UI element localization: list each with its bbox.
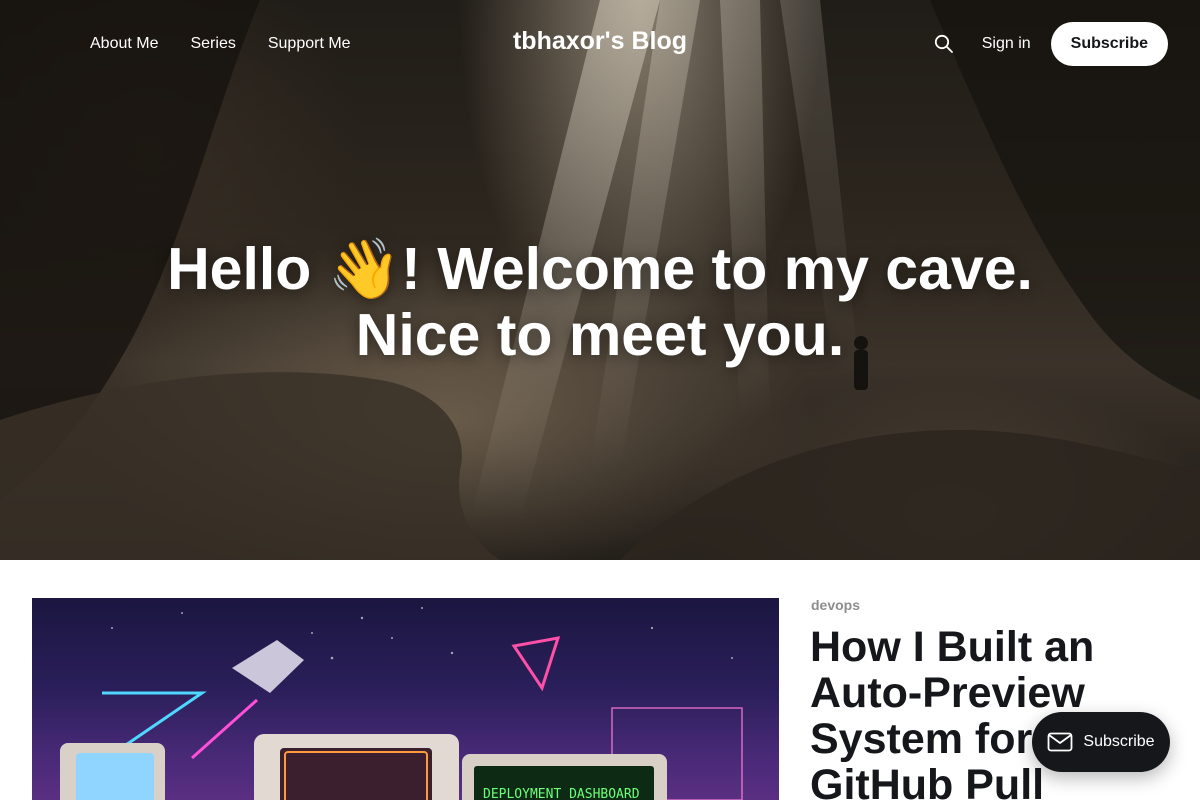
search-button[interactable] (932, 32, 956, 56)
hero-headline-line-1: Hello 👋! Welcome to my cave. (167, 236, 1033, 302)
post-tag[interactable]: devops (811, 597, 860, 613)
featured-post-image[interactable]: DEPLOYMENT DASHBOARD (32, 598, 779, 800)
header-actions: Sign in Subscribe (932, 22, 1168, 66)
portal-subscribe-label: Subscribe (1083, 733, 1155, 750)
deployment-dashboard-label: DEPLOYMENT DASHBOARD (483, 787, 640, 800)
search-icon (934, 34, 953, 53)
portal-subscribe-button[interactable]: Subscribe (1032, 712, 1170, 772)
hero-headline: Hello 👋! Welcome to my cave. Nice to mee… (100, 236, 1100, 368)
subscribe-button[interactable]: Subscribe (1050, 22, 1168, 66)
signin-link[interactable]: Sign in (982, 35, 1031, 53)
mail-icon (1048, 732, 1073, 752)
hero-headline-line-2: Nice to meet you. (355, 302, 845, 368)
featured-post-illustration: DEPLOYMENT DASHBOARD (60, 607, 743, 800)
hero-section: About Me Series Support Me tbhaxor's Blo… (0, 0, 1200, 560)
